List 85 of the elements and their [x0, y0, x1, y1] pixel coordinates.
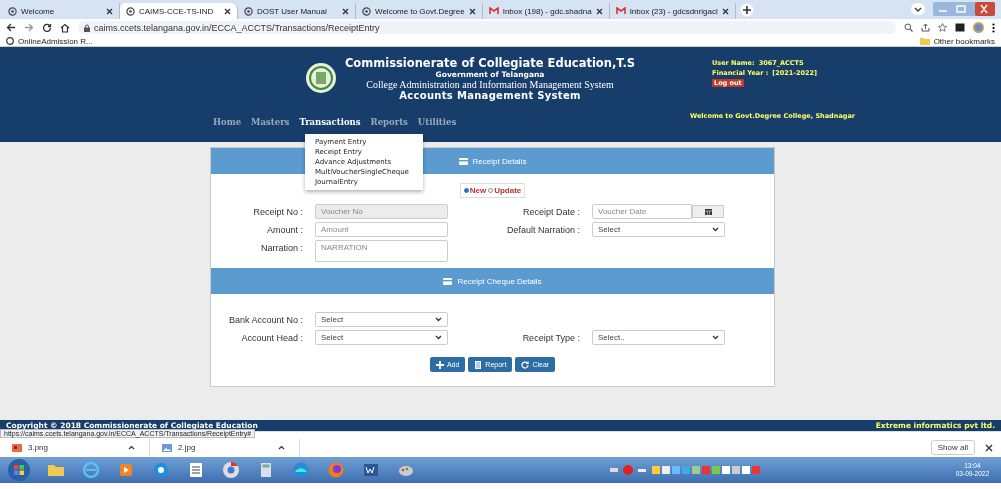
nav-link[interactable]: Home: [208, 115, 247, 129]
dropdown-icon[interactable]: [911, 3, 925, 15]
media-player-icon[interactable]: [117, 461, 135, 479]
nav-link[interactable]: Transactions: [294, 115, 366, 129]
date-field[interactable]: Voucher Date: [592, 204, 692, 219]
plus-icon: [435, 360, 444, 369]
globe-icon: [8, 6, 17, 16]
document-icon: [474, 360, 483, 369]
radio-option[interactable]: Update: [488, 186, 522, 195]
calendar-button[interactable]: [692, 205, 724, 218]
field-label: Bank Account No :: [227, 314, 303, 325]
close-icon[interactable]: [106, 7, 113, 15]
show-all-button[interactable]: Show all: [930, 440, 975, 455]
mail-icon: [615, 7, 626, 15]
zoom-icon[interactable]: [904, 23, 913, 32]
field-label: Receipt No :: [252, 206, 303, 217]
mail-icon: [488, 7, 499, 15]
field-label: Default Narration :: [505, 224, 580, 235]
image-file-icon: [12, 443, 22, 452]
sidebar-icon[interactable]: [955, 23, 965, 32]
document-app-icon[interactable]: [187, 461, 205, 479]
image-file-icon: [162, 443, 172, 452]
field-label: Receipt Type :: [521, 332, 580, 343]
reload-icon[interactable]: [42, 22, 52, 33]
nav-link[interactable]: Masters: [246, 115, 295, 129]
globe-icon: [126, 6, 135, 16]
back-icon[interactable]: [6, 23, 16, 32]
bookmark[interactable]: OnlineAdmission R...: [6, 36, 93, 46]
close-icon[interactable]: [985, 443, 993, 452]
address-bar[interactable]: caims.ccets.telangana.gov.in/ECCA_ACCTS/Transactions/ReceiptEntry: [78, 21, 896, 34]
globe-icon: [6, 37, 14, 45]
textarea-field[interactable]: NARRATION: [315, 240, 448, 262]
select-field[interactable]: Select: [315, 312, 448, 327]
field-label: Account Head :: [240, 332, 303, 343]
download-item[interactable]: 3.png: [0, 438, 150, 457]
close-icon[interactable]: [721, 7, 729, 15]
system-title: College Administration and Information Management System: [366, 78, 614, 90]
forward-icon[interactable]: [24, 23, 34, 32]
close-icon[interactable]: [595, 7, 603, 15]
close-icon[interactable]: [342, 7, 349, 15]
field-label: Narration :: [259, 242, 303, 253]
share-icon[interactable]: [921, 23, 930, 32]
chat-app-icon[interactable]: [152, 461, 170, 479]
card-icon: [458, 157, 468, 165]
home-icon[interactable]: [60, 22, 70, 33]
chevron-down-icon: [435, 335, 442, 340]
card-icon: [443, 277, 453, 285]
new-tab-icon[interactable]: [739, 3, 754, 17]
refresh-icon: [521, 360, 530, 369]
close-icon[interactable]: [468, 7, 476, 15]
globe-icon: [244, 6, 253, 16]
window-controls-icon[interactable]: [933, 2, 995, 16]
download-item[interactable]: 2.jpg: [150, 438, 300, 457]
nav-link[interactable]: Reports: [365, 115, 413, 129]
bookmark-folder[interactable]: Other bookmarks: [919, 36, 995, 46]
field-label: Receipt Date :: [521, 206, 580, 217]
select-field[interactable]: Select: [592, 222, 725, 237]
radio-button[interactable]: [463, 188, 469, 193]
select-field[interactable]: Select..: [592, 330, 725, 345]
select-field[interactable]: Select: [315, 330, 448, 345]
globe-icon: [362, 6, 371, 16]
chevron-up-icon[interactable]: [278, 445, 285, 450]
radio-option[interactable]: New: [463, 186, 487, 195]
star-icon[interactable]: [938, 23, 947, 32]
nav-link[interactable]: Utilities: [412, 115, 462, 129]
browser-circle-icon[interactable]: [222, 461, 240, 479]
browser-wave-icon[interactable]: [292, 461, 310, 479]
lock-icon: [84, 23, 90, 32]
profile-avatar-icon[interactable]: [973, 22, 984, 33]
input-field[interactable]: Amount: [315, 222, 448, 237]
browser-tab[interactable]: CAIMS-CCE-TS-IND: [120, 3, 238, 19]
module-title: Accounts Management System: [399, 89, 581, 101]
word-processor-icon[interactable]: [362, 461, 380, 479]
chevron-down-icon: [435, 317, 442, 322]
close-icon[interactable]: [224, 7, 231, 15]
chevron-down-icon: [712, 335, 719, 340]
more-menu-icon[interactable]: [992, 22, 995, 33]
calendar-icon: [704, 208, 712, 215]
field-label: Amount :: [265, 224, 303, 235]
emblem-logo: [306, 63, 336, 93]
chevron-down-icon: [712, 227, 719, 232]
chevron-up-icon[interactable]: [128, 445, 135, 450]
org-title: Commissionerate of Collegiate Education,T.S: [344, 55, 636, 70]
section-header: Receipt Cheque Details: [211, 268, 774, 294]
start-button-icon[interactable]: [8, 459, 30, 481]
